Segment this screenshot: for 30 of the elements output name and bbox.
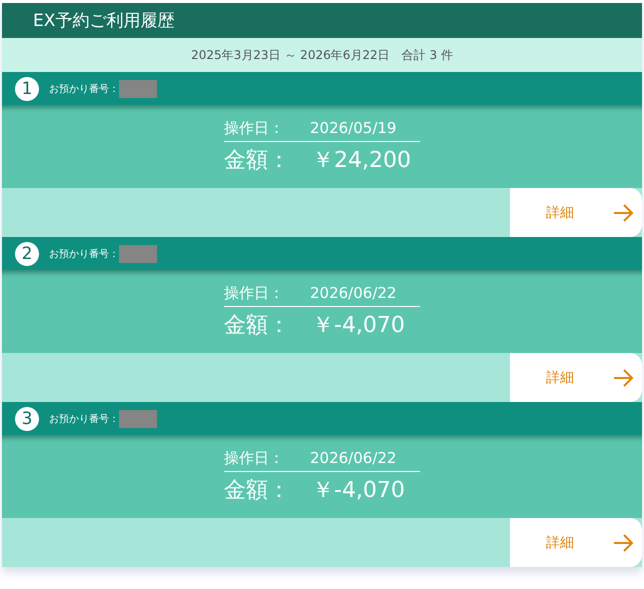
date-label: 操作日：: [224, 448, 284, 468]
operation-date: 2026/06/22: [310, 284, 396, 302]
date-label: 操作日：: [224, 284, 284, 302]
operation-date: 2026/06/22: [310, 448, 396, 468]
redacted-block: [119, 410, 157, 428]
page-title: EX予約ご利用履歴: [2, 3, 642, 38]
amount-value: ￥-4,070: [312, 476, 405, 504]
amount-value: ￥24,200: [312, 146, 411, 174]
record-number: 3: [15, 406, 39, 430]
total-count: 合計 3 件: [402, 46, 453, 64]
date-range: 2025年3月23日 ～ 2026年6月22日: [191, 46, 390, 64]
detail-button[interactable]: 詳細: [510, 188, 642, 237]
arrow-right-icon: [612, 202, 634, 224]
arrow-right-icon: [612, 366, 634, 388]
detail-button[interactable]: 詳細: [510, 518, 642, 567]
detail-button[interactable]: 詳細: [510, 353, 642, 402]
date-label: 操作日：: [224, 118, 284, 138]
reservation-label: お預かり番号：: [49, 412, 119, 426]
reservation-label: お預かり番号：: [49, 248, 119, 260]
record-number: 1: [15, 76, 39, 100]
record-number: 2: [15, 242, 39, 266]
amount-value: ￥-4,070: [312, 312, 405, 340]
amount-label: 金額：: [224, 146, 290, 174]
redacted-block: [119, 80, 157, 98]
amount-label: 金額：: [224, 312, 290, 340]
redacted-block: [119, 244, 157, 262]
arrow-right-icon: [612, 532, 634, 554]
operation-date: 2026/05/19: [310, 118, 396, 138]
reservation-label: お預かり番号：: [49, 82, 119, 96]
amount-label: 金額：: [224, 476, 290, 504]
